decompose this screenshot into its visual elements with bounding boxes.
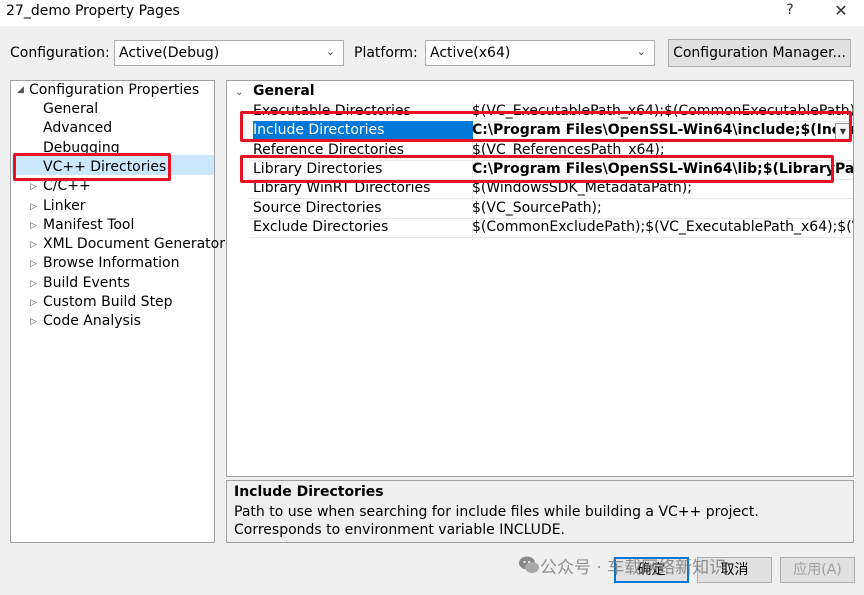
tree-item[interactable]: XML Document Generator [43, 235, 225, 254]
expand-triangle-icon[interactable]: ▷ [30, 298, 37, 308]
help-button[interactable]: ? [780, 2, 800, 22]
row-separator [249, 237, 853, 238]
wechat-icon [519, 556, 539, 573]
expand-triangle-icon[interactable]: ▷ [30, 279, 37, 289]
title-bar: 27_demo Property Pages ? ✕ [0, 0, 864, 26]
description-panel: Include Directories Path to use when sea… [226, 480, 854, 543]
configuration-value: Active(Debug) [119, 45, 220, 61]
tree-item[interactable]: Browse Information [43, 254, 179, 273]
platform-value: Active(x64) [430, 45, 511, 61]
expand-triangle-icon[interactable]: ▷ [30, 202, 37, 212]
property-name: Exclude Directories [253, 219, 389, 235]
expand-triangle-icon[interactable]: ▷ [30, 182, 37, 192]
window-title: 27_demo Property Pages [6, 3, 180, 19]
grid-category-general: General [253, 83, 315, 99]
property-value[interactable]: $(CommonExcludePath);$(VC_ExecutablePath… [472, 218, 853, 237]
tree-item[interactable]: Advanced [43, 119, 112, 138]
red-highlight-box [240, 111, 852, 142]
collapse-chevron-icon[interactable]: ⌄ [235, 87, 243, 98]
tree-item[interactable]: Manifest Tool [43, 216, 134, 235]
configuration-label: Configuration: [10, 45, 110, 61]
watermark-text: 公众号 · 车载网络新知识 [540, 558, 727, 578]
expand-triangle-icon[interactable]: ▷ [30, 221, 37, 231]
tree-item[interactable]: Custom Build Step [43, 293, 173, 312]
property-row[interactable]: Exclude Directories $(CommonExcludePath);… [227, 218, 853, 237]
chevron-down-icon: ⌄ [636, 45, 646, 58]
apply-button[interactable]: 应用(A) [780, 557, 855, 583]
expand-triangle-icon[interactable]: ▷ [30, 259, 37, 269]
property-row[interactable]: Source Directories $(VC_SourcePath); [227, 199, 853, 218]
configuration-dropdown[interactable]: Active(Debug) ⌄ [114, 40, 344, 66]
red-highlight-box [13, 153, 171, 181]
platform-label: Platform: [354, 45, 418, 61]
expand-triangle-icon[interactable]: ▷ [30, 240, 37, 250]
configuration-manager-button[interactable]: Configuration Manager... [668, 39, 851, 67]
platform-dropdown[interactable]: Active(x64) ⌄ [425, 40, 655, 66]
collapse-triangle-icon[interactable]: ◢ [17, 85, 24, 95]
tree-item[interactable]: Code Analysis [43, 312, 141, 331]
property-name: Source Directories [253, 200, 382, 216]
description-title: Include Directories [234, 484, 384, 500]
description-text: Path to use when searching for include f… [234, 504, 759, 538]
tree-item[interactable]: General [43, 100, 98, 119]
close-button[interactable]: ✕ [830, 1, 852, 23]
tree-item[interactable]: Linker [43, 197, 86, 216]
tree-item[interactable]: Build Events [43, 274, 130, 293]
expand-triangle-icon[interactable]: ▷ [30, 317, 37, 327]
chevron-down-icon: ⌄ [325, 45, 335, 58]
tree-root-configuration-properties[interactable]: Configuration Properties [29, 81, 199, 100]
red-highlight-box [240, 155, 834, 183]
property-value[interactable]: $(VC_SourcePath); [472, 199, 853, 218]
